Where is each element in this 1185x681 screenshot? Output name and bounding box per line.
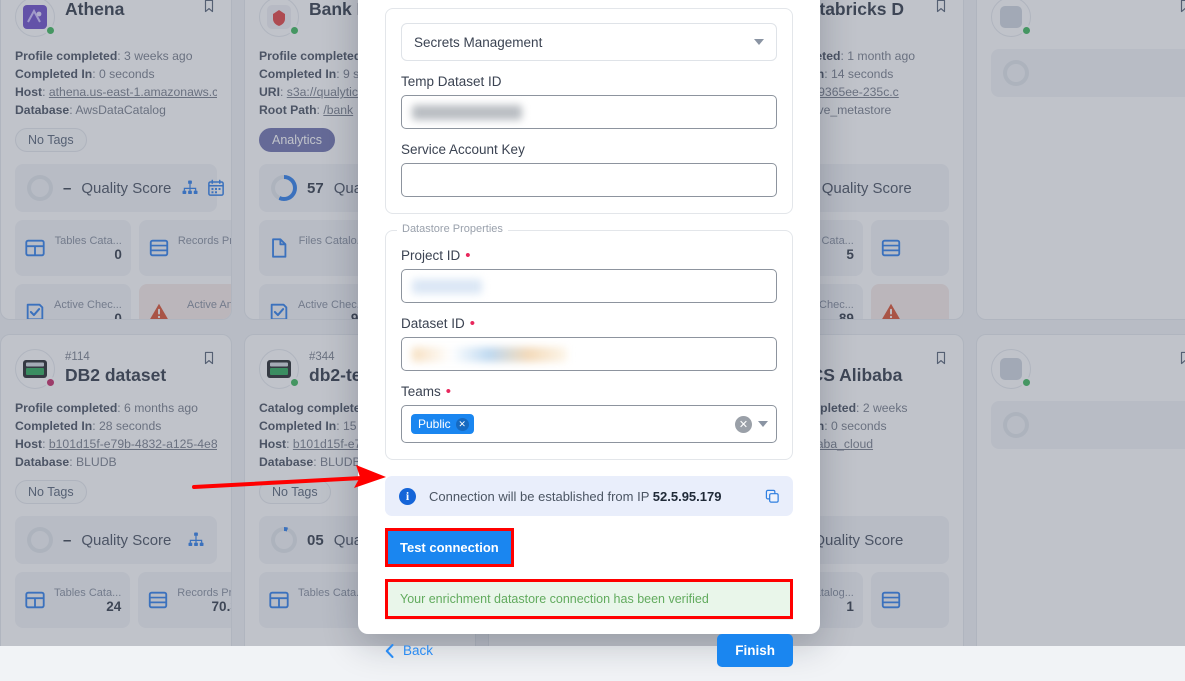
team-chip-label: Public [418, 417, 451, 431]
masked-value [412, 347, 567, 362]
success-highlight-box: Your enrichment datastore connection has… [385, 579, 793, 619]
chevron-down-icon[interactable] [758, 421, 768, 427]
service-account-key-input[interactable] [401, 163, 777, 197]
enrichment-datastore-dialog: Secrets Management Temp Dataset ID Servi… [358, 0, 820, 634]
info-icon: i [399, 488, 416, 505]
authentication-panel: Secrets Management Temp Dataset ID Servi… [385, 8, 793, 214]
connection-ip-banner: i Connection will be established from IP… [385, 476, 793, 516]
auth-method-value: Secrets Management [414, 35, 754, 50]
service-account-key-label: Service Account Key [401, 142, 777, 157]
temp-dataset-id-label: Temp Dataset ID [401, 74, 777, 89]
dataset-id-input[interactable] [401, 337, 777, 371]
dialog-footer: Back Finish [385, 619, 793, 681]
back-label: Back [403, 643, 433, 658]
required-indicator-icon: • [446, 387, 451, 397]
test-connection-highlight-wrap: Test connection [385, 528, 514, 567]
back-button[interactable]: Back [385, 643, 433, 658]
dialog-body: Secrets Management Temp Dataset ID Servi… [385, 0, 793, 619]
teams-label: Teams • [401, 384, 777, 399]
auth-method-select[interactable]: Secrets Management [401, 23, 777, 61]
datastore-properties-legend: Datastore Properties [397, 223, 508, 235]
temp-dataset-id-input[interactable] [401, 95, 777, 129]
chevron-down-icon [754, 39, 764, 45]
finish-button[interactable]: Finish [717, 634, 793, 667]
teams-multiselect[interactable]: Public ✕ ✕ [401, 405, 777, 443]
project-id-input[interactable] [401, 269, 777, 303]
annotation-highlight-box: Test connection [385, 528, 514, 567]
required-indicator-icon: • [470, 319, 475, 329]
required-indicator-icon: • [465, 251, 470, 261]
test-connection-button[interactable]: Test connection [388, 531, 511, 564]
project-id-label: Project ID • [401, 248, 777, 263]
team-chip[interactable]: Public ✕ [411, 414, 474, 434]
connection-success-message: Your enrichment datastore connection has… [388, 582, 790, 616]
masked-value [412, 105, 522, 120]
datastore-properties-fieldset: Datastore Properties Project ID • Datase… [385, 230, 793, 460]
connection-ip-value: 52.5.95.179 [653, 489, 722, 504]
masked-value [412, 279, 482, 294]
copy-icon[interactable] [765, 489, 780, 504]
clear-all-icon[interactable]: ✕ [735, 416, 752, 433]
connection-ip-text: Connection will be established from IP 5… [429, 489, 752, 504]
remove-chip-icon[interactable]: ✕ [456, 418, 469, 431]
dataset-id-label: Dataset ID • [401, 316, 777, 331]
